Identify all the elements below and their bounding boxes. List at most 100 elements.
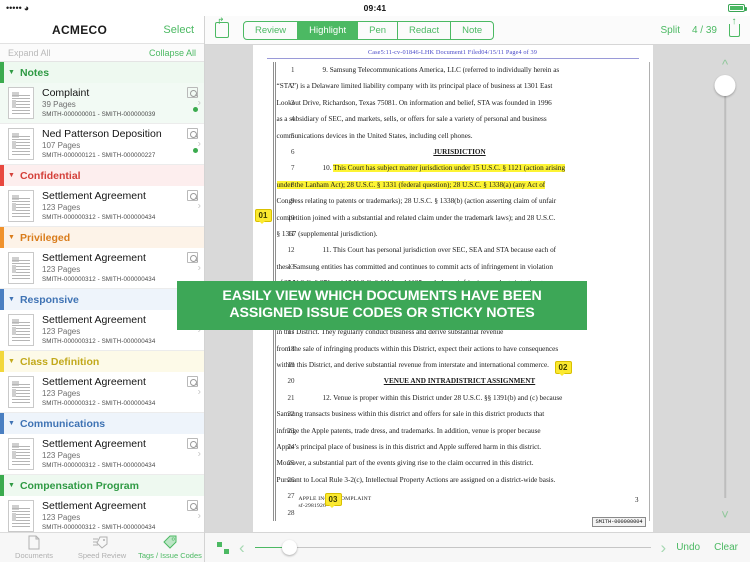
chevron-right-icon[interactable]: ›	[198, 139, 201, 150]
group-color-bar	[0, 351, 4, 372]
chevron-right-icon[interactable]: ›	[198, 201, 201, 212]
line-number: 28	[287, 508, 295, 517]
chevron-right-icon[interactable]: ›	[198, 511, 201, 522]
line-number: 25	[287, 459, 295, 468]
search-icon[interactable]	[187, 190, 198, 201]
share-icon[interactable]	[729, 16, 740, 37]
document-group-list[interactable]: ▼ Notes Complaint 39 Pages SMITH-000000001 -…	[0, 62, 204, 532]
document-bates-range: SMITH-000000312 - SMITH-000000434	[42, 524, 156, 531]
mode-pen[interactable]: Pen	[358, 21, 399, 39]
chevron-down-icon[interactable]: ˅	[721, 507, 729, 522]
document-page-count: 123 Pages	[42, 513, 81, 522]
mode-review[interactable]: Review	[244, 21, 299, 39]
list-item[interactable]: Settlement Agreement 123 Pages SMITH-00000…	[0, 186, 204, 227]
sticky-note-badge[interactable]: 02	[554, 361, 572, 376]
chevron-down-icon[interactable]: ▼	[8, 234, 15, 241]
chevron-down-icon[interactable]: ▼	[8, 172, 15, 179]
chevron-right-icon[interactable]: ›	[198, 387, 201, 398]
group-header-class-definition[interactable]: ▼ Class Definition	[0, 351, 204, 372]
list-item[interactable]: Settlement Agreement 123 Pages SMITH-00000…	[0, 496, 204, 532]
document-thumbnail	[8, 190, 34, 222]
mode-highlight[interactable]: Highlight	[298, 21, 359, 39]
search-icon[interactable]	[187, 438, 198, 449]
group-header-compensation-program[interactable]: ▼ Compensation Program	[0, 475, 204, 496]
group-color-bar	[0, 227, 4, 248]
select-button[interactable]: Select	[163, 24, 194, 36]
document-bates-range: SMITH-000000312 - SMITH-000000434	[42, 276, 156, 283]
chevron-up-icon[interactable]: ^	[722, 57, 728, 72]
document-line: 25 Moreover, a substantial part of the ev…	[277, 455, 643, 471]
document-line: 12 11. This Court has personal jurisdicti…	[277, 242, 643, 258]
list-item[interactable]: Ned Patterson Deposition 107 Pages SMITH-0…	[0, 124, 204, 165]
list-item[interactable]: Settlement Agreement 123 Pages SMITH-00000…	[0, 310, 204, 351]
scrubber-knob[interactable]	[714, 75, 736, 96]
scrubber-track[interactable]	[724, 83, 726, 498]
document-thumbnail	[8, 87, 34, 119]
group-color-bar	[0, 165, 4, 186]
document-thumbnail	[8, 128, 34, 160]
annotation-mode-segmented-control[interactable]: Review Highlight Pen Redact Note	[243, 20, 495, 40]
chevron-down-icon[interactable]: ▼	[8, 69, 15, 76]
chevron-right-icon[interactable]: ›	[198, 263, 201, 274]
tab-documents[interactable]: Documents	[0, 533, 68, 562]
line-number: 5	[291, 131, 295, 140]
bottom-bar-actions: Undo Clear	[676, 542, 738, 553]
list-item[interactable]: Complaint 39 Pages SMITH-000000001 - SMITH…	[0, 83, 204, 124]
clear-button[interactable]: Clear	[714, 542, 738, 553]
expand-all-button[interactable]: Expand All	[8, 48, 51, 58]
group-header-responsive[interactable]: ▼ Responsive	[0, 289, 204, 310]
group-header-notes[interactable]: ▼ Notes	[0, 62, 204, 83]
document-line: 3 Lookout Drive, Richardson, Texas 75081.…	[277, 95, 643, 111]
chevron-right-icon[interactable]: ›	[661, 538, 667, 558]
document-thumbnail	[8, 500, 34, 532]
stamp-icon[interactable]	[215, 16, 229, 38]
document-line: 11 § 1367 (supplemental jurisdiction).	[277, 226, 643, 242]
slider-knob[interactable]	[281, 540, 297, 555]
bottom-tab-bar[interactable]: Documents Speed Review Tags / Issue Codes	[0, 532, 204, 562]
collapse-all-button[interactable]: Collapse All	[149, 48, 196, 58]
promo-banner-line-2: ASSIGNED ISSUE CODES OR STICKY NOTES	[229, 305, 535, 321]
chevron-right-icon[interactable]: ›	[198, 449, 201, 460]
line-number: 21	[287, 393, 295, 402]
list-item[interactable]: Settlement Agreement 123 Pages SMITH-00000…	[0, 434, 204, 475]
chevron-right-icon[interactable]: ›	[198, 98, 201, 109]
split-button[interactable]: Split	[661, 25, 680, 36]
group-label: Confidential	[19, 169, 81, 182]
speed-review-icon	[93, 535, 111, 550]
line-number: 10	[287, 213, 295, 222]
line-text: 9. Samsung Telecommunications America, L…	[322, 66, 560, 74]
search-icon[interactable]	[187, 500, 198, 511]
document-title: Settlement Agreement	[42, 500, 146, 512]
chevron-left-icon[interactable]: ‹	[239, 538, 245, 558]
line-text: Lookout Drive, Richardson, Texas 75081. …	[276, 98, 552, 107]
group-label: Notes	[19, 66, 50, 79]
sticky-note-badge[interactable]: 01	[254, 209, 272, 224]
mode-redact[interactable]: Redact	[398, 21, 452, 39]
page-scrubber[interactable]: ^ ˅	[700, 45, 750, 532]
group-label: Responsive	[19, 293, 79, 306]
group-label: Compensation Program	[19, 479, 139, 492]
chevron-down-icon[interactable]: ▼	[8, 420, 15, 427]
sticky-note-badge[interactable]: 03	[324, 493, 342, 508]
tab-speed-review[interactable]: Speed Review	[68, 533, 136, 562]
search-icon[interactable]	[187, 376, 198, 387]
chevron-down-icon[interactable]: ▼	[8, 358, 15, 365]
list-item[interactable]: Settlement Agreement 123 Pages SMITH-00000…	[0, 372, 204, 413]
chevron-down-icon[interactable]: ▼	[8, 482, 15, 489]
list-item[interactable]: Settlement Agreement 123 Pages SMITH-00000…	[0, 248, 204, 289]
thickness-slider[interactable]	[254, 539, 651, 557]
group-header-privileged[interactable]: ▼ Privileged	[0, 227, 204, 248]
search-icon[interactable]	[187, 252, 198, 263]
document-thumbnail	[8, 376, 34, 408]
chevron-down-icon[interactable]: ▼	[8, 296, 15, 303]
tab-tags-issue-codes[interactable]: Tags / Issue Codes	[136, 533, 204, 562]
undo-button[interactable]: Undo	[676, 542, 700, 553]
group-header-communications[interactable]: ▼ Communications	[0, 413, 204, 434]
mode-note[interactable]: Note	[451, 22, 493, 39]
group-header-confidential[interactable]: ▼ Confidential	[0, 165, 204, 186]
expand-icon[interactable]	[217, 541, 229, 554]
search-icon[interactable]	[187, 128, 198, 139]
search-icon[interactable]	[187, 87, 198, 98]
line-number: 26	[287, 475, 295, 484]
document-bates-range: SMITH-000000312 - SMITH-000000434	[42, 400, 156, 407]
